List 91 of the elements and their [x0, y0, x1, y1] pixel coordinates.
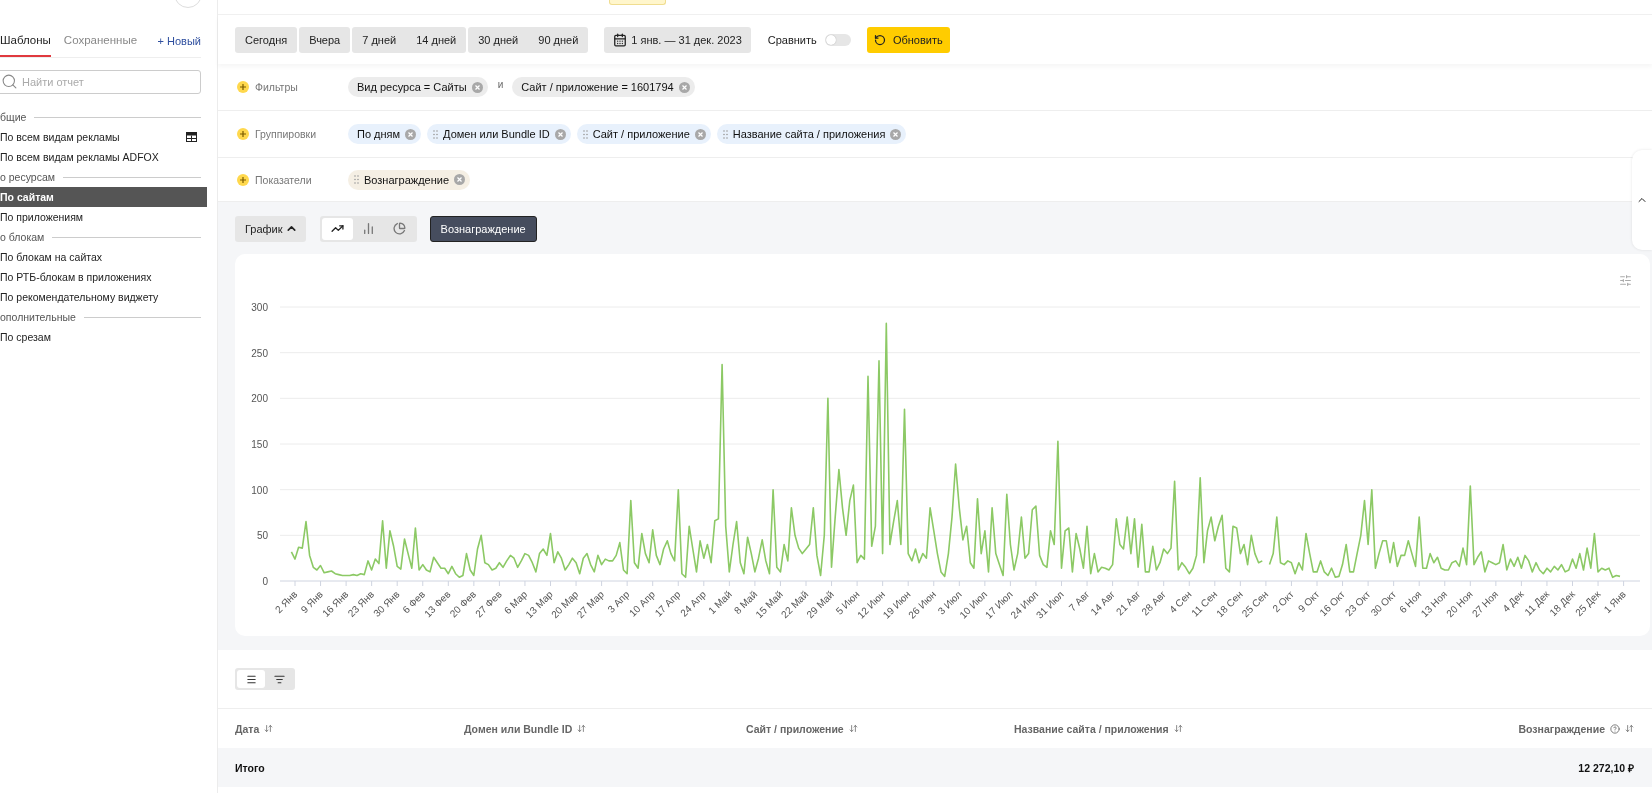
parameter-chip[interactable]: Домен или Bundle ID	[427, 124, 571, 144]
chart-type-button[interactable]	[321, 217, 353, 240]
pie-chart-icon	[392, 222, 406, 235]
plus-icon[interactable]	[237, 128, 249, 140]
search-field[interactable]: Найти отчет	[0, 70, 201, 94]
parameter-label: Фильтры	[255, 81, 299, 93]
report-item[interactable]: По сайтам	[0, 187, 207, 207]
axis-label: 150	[251, 439, 268, 450]
report-item[interactable]: По блокам на сайтах	[0, 247, 201, 267]
sort-icon[interactable]	[848, 724, 858, 733]
remove-icon[interactable]	[405, 128, 417, 140]
parameter-chip[interactable]: Сайт / приложение = 1601794	[512, 77, 695, 97]
list-icon	[245, 673, 257, 685]
section-title: о блокам	[0, 231, 45, 243]
report-item[interactable]: По срезам	[0, 327, 201, 347]
drag-handle-icon[interactable]	[354, 175, 359, 184]
parameter-label: Показатели	[255, 173, 313, 186]
axis-label: 250	[251, 347, 268, 359]
column-header[interactable]: Дата	[235, 722, 260, 735]
sort-icon[interactable]	[264, 724, 274, 733]
section-title: о ресурсам	[0, 171, 55, 183]
period-button[interactable]: 90 дней	[528, 26, 589, 53]
axis-label: 2 Янв	[272, 588, 300, 616]
chart-view-button[interactable]: График	[235, 215, 306, 242]
line-chart-icon	[330, 222, 344, 235]
column-header[interactable]: Домен или Bundle ID	[464, 722, 573, 735]
sort-icon[interactable]	[1173, 724, 1183, 733]
axis-label: 1 Янв	[1601, 588, 1628, 616]
remove-icon[interactable]	[694, 128, 706, 140]
parameter-chip[interactable]: Сайт / приложение	[576, 124, 711, 144]
period-button[interactable]: Вчера	[299, 26, 351, 53]
report-item[interactable]: По рекомендательному виджету	[0, 287, 201, 307]
help-icon[interactable]	[1610, 723, 1620, 734]
drag-handle-icon[interactable]	[582, 129, 588, 139]
axis-label: 300	[251, 302, 268, 313]
sidebar-tab[interactable]: Шаблоны	[0, 24, 51, 57]
section-title: бщие	[0, 111, 27, 123]
collapse-handle[interactable]	[1632, 150, 1652, 250]
parameter-chip[interactable]: Вид ресурса = Сайты	[348, 77, 488, 97]
plus-icon[interactable]	[237, 81, 249, 93]
table-icon[interactable]	[186, 132, 197, 142]
bar-chart-icon	[361, 222, 375, 235]
compare-toggle[interactable]	[824, 33, 851, 46]
sidebar-tab[interactable]: Сохраненные	[63, 24, 138, 57]
period-button[interactable]: 14 дней	[406, 26, 467, 53]
parameter-chip[interactable]: По дням	[348, 124, 422, 144]
settings-icon[interactable]	[1619, 274, 1632, 287]
total-value: 12 272,10 ₽	[1577, 760, 1634, 775]
refresh-button[interactable]: Обновить	[866, 26, 950, 53]
sort-icon[interactable]	[1625, 724, 1634, 733]
remove-icon[interactable]	[454, 174, 466, 185]
plus-icon[interactable]	[237, 173, 249, 186]
remove-icon[interactable]	[678, 81, 690, 93]
parameter-chip[interactable]: Вознаграждение	[348, 169, 471, 190]
remove-icon[interactable]	[471, 81, 483, 93]
parameter-label: Группировки	[255, 128, 318, 140]
parameter-chip[interactable]: Название сайта / приложения	[716, 124, 907, 144]
conjunction-text: и	[497, 78, 504, 90]
report-item[interactable]: По приложениям	[0, 207, 201, 227]
report-item[interactable]: По всем видам рекламы ADFOX	[0, 147, 201, 167]
sort-icon[interactable]	[577, 724, 587, 733]
axis-label: 50	[256, 530, 268, 542]
compare-label: Сравнить	[767, 33, 817, 46]
refresh-icon	[873, 33, 886, 46]
search-icon	[1, 73, 18, 90]
axis-label: 200	[251, 393, 268, 405]
period-button[interactable]: 7 дней	[352, 26, 407, 53]
period-button[interactable]: 30 дней	[468, 26, 529, 53]
axis-label: 100	[251, 484, 268, 496]
report-item[interactable]: По РТБ-блокам в приложениях	[0, 267, 201, 287]
new-report-link[interactable]: + Новый	[157, 34, 201, 47]
axis-label: 4 Дек	[1500, 588, 1526, 615]
section-title: ополнительные	[0, 311, 76, 323]
drag-handle-icon[interactable]	[722, 129, 728, 139]
view-mode-button[interactable]	[237, 670, 265, 688]
drag-handle-icon[interactable]	[433, 129, 439, 139]
column-header[interactable]: Название сайта / приложения	[1014, 722, 1169, 735]
remove-icon[interactable]	[554, 128, 566, 140]
total-label: Итого	[235, 761, 266, 774]
indented-list-icon	[273, 673, 285, 685]
cropped-button[interactable]	[609, 0, 666, 5]
report-item[interactable]: По всем видам рекламы	[0, 127, 201, 147]
metric-button[interactable]: Вознаграждение	[429, 215, 537, 242]
calendar-icon	[613, 32, 628, 47]
axis-label: 0	[262, 576, 268, 587]
date-range-button[interactable]: 1 янв. — 31 дек. 2023	[604, 26, 751, 53]
column-header[interactable]: Вознаграждение	[1518, 722, 1605, 735]
period-button[interactable]: Сегодня	[235, 26, 298, 53]
column-header[interactable]: Сайт / приложение	[746, 722, 844, 735]
axis-label: 2 Окт	[1270, 588, 1296, 615]
remove-icon[interactable]	[890, 128, 902, 140]
